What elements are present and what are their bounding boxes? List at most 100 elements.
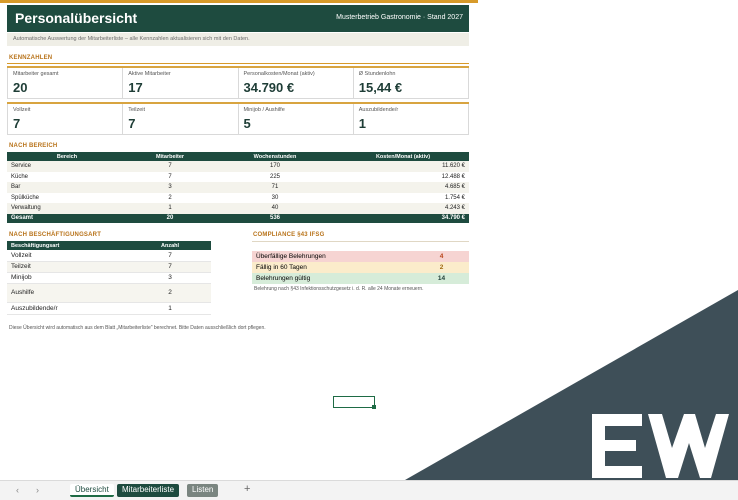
kpi-card[interactable]: Auszubildende/r 1 bbox=[352, 104, 469, 135]
table-row: Minijob 3 bbox=[7, 272, 211, 284]
table-cell[interactable]: 2 bbox=[127, 192, 213, 203]
kpi-label: Vollzeit bbox=[13, 107, 31, 113]
watermark-letters-icon bbox=[592, 414, 729, 478]
table-cell[interactable]: 2 bbox=[129, 283, 211, 303]
kpi-card[interactable]: Minijob / Aushilfe 5 bbox=[237, 104, 353, 135]
tab-next-button[interactable]: › bbox=[36, 485, 39, 495]
compliance-note[interactable]: Belehrung nach §43 Infektionsschutzgeset… bbox=[254, 286, 424, 292]
kpi-row-1: Mitarbeiter gesamt 20 Aktive Mitarbeiter 1… bbox=[7, 66, 469, 99]
table-cell[interactable]: 20 bbox=[127, 213, 213, 223]
table-cell[interactable]: 7 bbox=[129, 261, 211, 273]
table-cell[interactable]: 7 bbox=[127, 161, 213, 172]
compliance-row: Belehrungen gültig 14 bbox=[252, 273, 469, 284]
table-row: Service 7 170 11.620 € bbox=[7, 161, 469, 172]
table-cell[interactable]: Aushilfe bbox=[7, 283, 129, 303]
table-row: Aushilfe 2 bbox=[7, 283, 211, 303]
tab-overview[interactable]: Übersicht bbox=[70, 484, 114, 497]
title-banner[interactable]: Personalübersicht Musterbetrieb Gastrono… bbox=[7, 5, 469, 32]
table-cell[interactable]: Gesamt bbox=[7, 213, 127, 223]
kpi-card[interactable]: Aktive Mitarbeiter 17 bbox=[122, 68, 238, 99]
total-row: Gesamt 20 536 34.790 € bbox=[7, 213, 469, 223]
tab-prev-button[interactable]: ‹ bbox=[16, 485, 19, 495]
area-header-cell[interactable]: Wochenstunden bbox=[213, 152, 337, 161]
table-cell[interactable]: 1.754 € bbox=[337, 192, 469, 203]
kpi-card[interactable]: Personalkosten/Monat (aktiv) 34.790 € bbox=[237, 68, 353, 99]
kpi-label: Minijob / Aushilfe bbox=[243, 107, 285, 113]
subtitle-bar[interactable]: Automatische Auswertung der Mitarbeiterl… bbox=[7, 33, 469, 46]
compliance-section-title[interactable]: COMPLIANCE §43 IFSG bbox=[253, 232, 324, 238]
table-cell[interactable]: 30 bbox=[213, 192, 337, 203]
table-cell[interactable]: 3 bbox=[129, 272, 211, 284]
kpi-card[interactable]: Vollzeit 7 bbox=[7, 104, 123, 135]
selected-cell[interactable] bbox=[333, 396, 375, 408]
kpi-card[interactable]: Mitarbeiter gesamt 20 bbox=[7, 68, 123, 99]
table-cell[interactable]: 170 bbox=[213, 161, 337, 172]
kpi-card[interactable]: Teilzeit 7 bbox=[122, 104, 238, 135]
top-accent-line bbox=[0, 0, 478, 3]
kpi-label: Ø Stundenlohn bbox=[358, 71, 396, 77]
table-row: Auszubildende/r 1 bbox=[7, 302, 211, 315]
table-cell[interactable]: 11.620 € bbox=[337, 161, 469, 172]
table-cell[interactable]: 4.243 € bbox=[337, 203, 469, 214]
kpi-value: 1 bbox=[358, 116, 366, 131]
table-cell[interactable]: Service bbox=[7, 161, 127, 172]
compliance-value[interactable]: 14 bbox=[414, 273, 469, 284]
compliance-label[interactable]: Fällig in 60 Tagen bbox=[252, 262, 414, 273]
kpi-label: Aktive Mitarbeiter bbox=[128, 71, 171, 77]
table-row: Vollzeit 7 bbox=[7, 250, 211, 262]
table-cell[interactable]: Verwaltung bbox=[7, 203, 127, 214]
kpi-value: 15,44 € bbox=[358, 80, 403, 95]
kpi-rule bbox=[7, 63, 469, 64]
employment-header-cell[interactable]: Beschäftigungsart bbox=[7, 241, 129, 250]
table-cell[interactable]: 71 bbox=[213, 182, 337, 193]
compliance-label[interactable]: Überfällige Belehrungen bbox=[252, 251, 414, 262]
table-cell[interactable]: 225 bbox=[213, 171, 337, 182]
area-header-cell[interactable]: Mitarbeiter bbox=[127, 152, 213, 161]
table-cell[interactable]: Spülküche bbox=[7, 192, 127, 203]
table-cell[interactable]: 1 bbox=[129, 302, 211, 315]
area-section-title[interactable]: NACH BEREICH bbox=[9, 143, 57, 149]
compliance-value[interactable]: 4 bbox=[414, 251, 469, 262]
area-header-cell[interactable]: Kosten/Monat (aktiv) bbox=[337, 152, 469, 161]
kpi-value: 17 bbox=[128, 80, 143, 95]
spreadsheet-sheet: Personalübersicht Musterbetrieb Gastrono… bbox=[0, 0, 738, 500]
table-cell[interactable]: 7 bbox=[129, 250, 211, 262]
table-cell[interactable]: Küche bbox=[7, 171, 127, 182]
table-cell[interactable]: Auszubildende/r bbox=[7, 302, 129, 315]
table-cell[interactable]: Vollzeit bbox=[7, 250, 129, 262]
kpi-label: Mitarbeiter gesamt bbox=[13, 71, 59, 77]
table-cell[interactable]: Teilzeit bbox=[7, 261, 129, 273]
tab-employee-list[interactable]: Mitarbeiterliste bbox=[117, 484, 180, 497]
kpi-value: 34.790 € bbox=[243, 80, 295, 95]
table-cell[interactable]: 536 bbox=[213, 213, 337, 223]
compliance-value[interactable]: 2 bbox=[414, 262, 469, 273]
table-cell[interactable]: 40 bbox=[213, 203, 337, 214]
employment-section-title[interactable]: NACH BESCHÄFTIGUNGSART bbox=[9, 232, 101, 238]
compliance-row: Fällig in 60 Tagen 2 bbox=[252, 262, 469, 273]
area-header-cell[interactable]: Bereich bbox=[7, 152, 127, 161]
kpi-value: 7 bbox=[128, 116, 136, 131]
table-cell[interactable]: 12.488 € bbox=[337, 171, 469, 182]
kpi-section-title[interactable]: KENNZAHLEN bbox=[9, 55, 52, 61]
fill-handle[interactable] bbox=[372, 405, 376, 409]
footer-note[interactable]: Diese Übersicht wird automatisch aus dem… bbox=[9, 325, 266, 331]
employment-header-cell[interactable]: Anzahl bbox=[129, 241, 211, 250]
kpi-row-2: Vollzeit 7 Teilzeit 7 Minijob / Aushilfe 5 … bbox=[7, 102, 469, 135]
tab-lists[interactable]: Listen bbox=[187, 484, 219, 497]
table-cell[interactable]: 3 bbox=[127, 182, 213, 193]
compliance-table: Überfällige Belehrungen 4 Fällig in 60 T… bbox=[252, 251, 469, 284]
kpi-value: 7 bbox=[13, 116, 21, 131]
table-row: Bar 3 71 4.685 € bbox=[7, 182, 469, 193]
area-table: Bereich Mitarbeiter Wochenstunden Kosten… bbox=[7, 152, 469, 223]
compliance-label[interactable]: Belehrungen gültig bbox=[252, 273, 414, 284]
add-sheet-button[interactable]: + bbox=[244, 483, 250, 495]
table-cell[interactable]: 1 bbox=[127, 203, 213, 214]
kpi-label: Teilzeit bbox=[128, 107, 146, 113]
table-cell[interactable]: 34.790 € bbox=[337, 213, 469, 223]
table-cell[interactable]: 7 bbox=[127, 171, 213, 182]
table-row: Teilzeit 7 bbox=[7, 261, 211, 273]
table-cell[interactable]: Bar bbox=[7, 182, 127, 193]
kpi-card[interactable]: Ø Stundenlohn 15,44 € bbox=[352, 68, 469, 99]
table-cell[interactable]: 4.685 € bbox=[337, 182, 469, 193]
table-cell[interactable]: Minijob bbox=[7, 272, 129, 284]
